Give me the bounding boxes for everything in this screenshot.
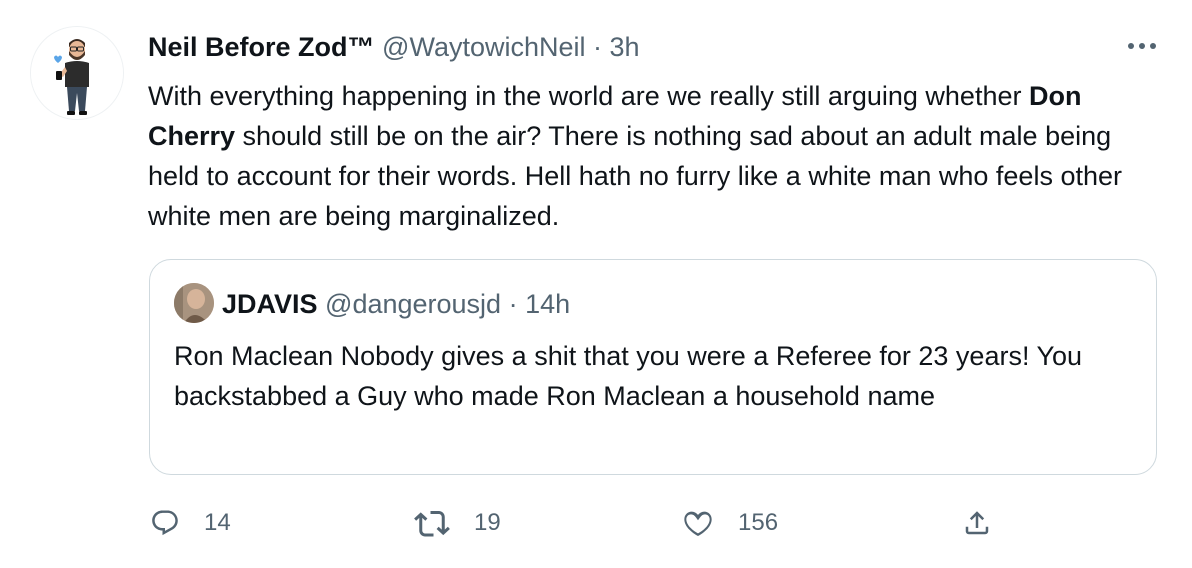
tweet-timestamp[interactable]: 3h (610, 32, 640, 62)
like-button[interactable]: 156 (682, 500, 778, 546)
tweet-text-part2: should still be on the air? There is not… (148, 121, 1122, 231)
quoted-separator: · (508, 289, 518, 319)
author-display-name[interactable]: Neil Before Zod™ (148, 32, 375, 62)
bitmoji-avatar-icon (31, 27, 123, 119)
like-count: 156 (738, 509, 779, 536)
reply-button[interactable]: 14 (150, 500, 231, 546)
share-icon (965, 511, 989, 535)
retweet-icon (414, 511, 450, 537)
header-separator: · (593, 32, 603, 62)
tweet-text-part1: With everything happening in the world a… (148, 81, 1029, 111)
tweet-text: With everything happening in the world a… (148, 76, 1168, 236)
more-options-button[interactable] (1122, 28, 1162, 64)
quoted-tweet-text: Ron Maclean Nobody gives a shit that you… (174, 341, 1083, 411)
more-horizontal-icon (1128, 43, 1156, 49)
quoted-tweet[interactable]: JDAVIS @dangerousjd · 14h Ron Maclean No… (149, 259, 1157, 475)
quoted-timestamp: 14h (525, 289, 571, 319)
retweet-button[interactable]: 19 (414, 500, 501, 546)
reply-count: 14 (204, 509, 231, 536)
author-avatar[interactable] (30, 26, 124, 120)
tweet-header: Neil Before Zod™ @WaytowichNeil · 3h (148, 28, 640, 66)
share-button[interactable] (962, 500, 992, 546)
tweet: Neil Before Zod™ @WaytowichNeil · 3h Wit… (0, 0, 1192, 568)
profile-photo-icon (174, 283, 214, 323)
retweet-count: 19 (474, 509, 501, 536)
quoted-tweet-header: JDAVIS @dangerousjd · 14h (222, 286, 570, 322)
tweet-actions: 14 19 156 (0, 500, 1192, 546)
quoted-author-avatar[interactable] (174, 283, 214, 323)
quoted-handle: @dangerousjd (325, 289, 502, 319)
author-handle[interactable]: @WaytowichNeil (382, 32, 585, 62)
heart-icon (684, 511, 712, 537)
quoted-display-name: JDAVIS (222, 289, 318, 319)
reply-icon (152, 510, 178, 536)
